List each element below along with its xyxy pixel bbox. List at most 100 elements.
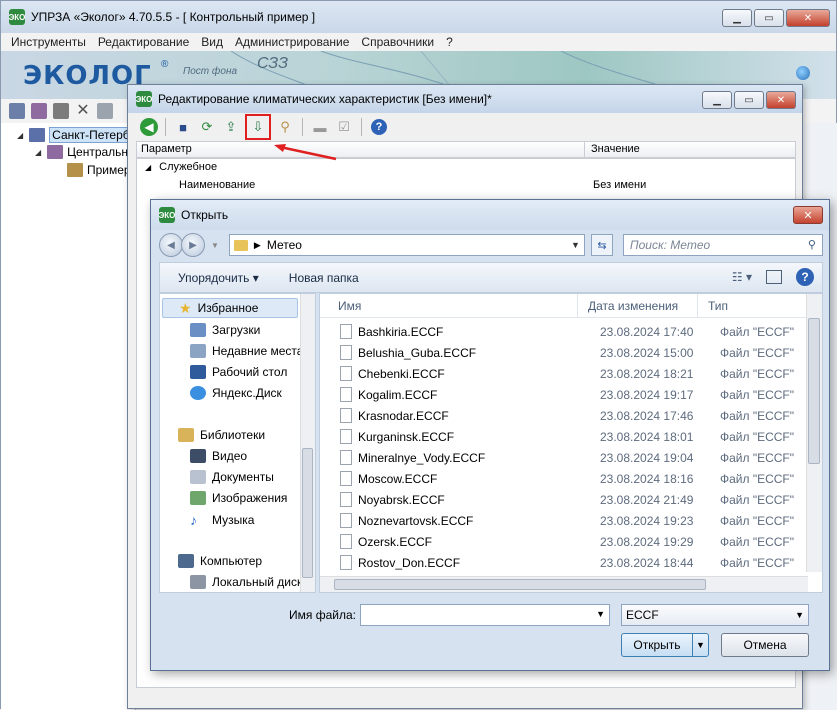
help-icon[interactable]: ? <box>796 268 814 286</box>
menu-edit[interactable]: Редактирование <box>98 35 189 49</box>
expand-icon[interactable]: ◢ <box>17 131 23 140</box>
file-row[interactable]: Kogalim.ECCF 23.08.2024 19:17 Файл "ECCF" <box>320 384 808 405</box>
flag-icon[interactable]: ▬ <box>310 117 330 137</box>
dialog-close-button[interactable]: ✕ <box>793 206 823 224</box>
organize-button[interactable]: Упорядочить ▾ <box>178 271 259 285</box>
file-name: Moscow.ECCF <box>358 471 438 486</box>
history-dropdown-icon[interactable]: ▼ <box>211 241 219 250</box>
forward-button[interactable]: ▶ <box>181 233 205 257</box>
delete-icon[interactable]: ✕ <box>75 103 91 119</box>
file-row[interactable]: Chebenki.ECCF 23.08.2024 18:21 Файл "ECCF" <box>320 363 808 384</box>
banner-subtitle: Пост фона <box>183 66 238 77</box>
file-scrollbar[interactable] <box>806 294 822 572</box>
menu-admin[interactable]: Администрирование <box>235 35 349 49</box>
nav-libraries[interactable]: Библиотеки <box>178 428 265 442</box>
breadcrumb-arrow-icon[interactable]: ▶ <box>254 240 261 251</box>
menu-tools[interactable]: Инструменты <box>11 35 86 49</box>
building-icon[interactable] <box>31 103 47 119</box>
nav-music[interactable]: ♪ Музыка <box>190 512 254 528</box>
chevron-down-icon[interactable]: ▼ <box>596 609 605 619</box>
file-date: 23.08.2024 18:01 <box>600 429 694 444</box>
search-icon[interactable]: ⚲ <box>275 117 295 137</box>
nav-yandex-disk[interactable]: Яндекс.Диск <box>190 386 282 400</box>
nav-local-disk[interactable]: Локальный диск <box>190 575 302 589</box>
cancel-button[interactable]: Отмена <box>721 633 809 657</box>
nav-documents[interactable]: Документы <box>190 470 274 484</box>
file-type: Файл "ECCF" <box>720 534 795 549</box>
file-row[interactable]: Bashkiria.ECCF 23.08.2024 17:40 Файл "ECCF… <box>320 321 808 342</box>
nav-images[interactable]: Изображения <box>190 491 287 505</box>
file-row[interactable]: Mineralnye_Vody.ECCF 23.08.2024 19:04 Файл… <box>320 447 808 468</box>
preview-pane-icon[interactable] <box>766 270 782 284</box>
close-button[interactable]: ✕ <box>786 9 830 27</box>
tree-item-central[interactable]: ◢ Центральн <box>35 145 128 159</box>
filetype-select[interactable]: ECCF ▼ <box>621 604 809 626</box>
refresh-icon[interactable]: ⟳ <box>197 117 217 137</box>
maximize-button[interactable]: ▭ <box>734 91 764 109</box>
file-row[interactable]: Kurganinsk.ECCF 23.08.2024 18:01 Файл "ECC… <box>320 426 808 447</box>
column-name[interactable]: Имя <box>320 294 578 317</box>
view-options-icon[interactable]: ☷ ▾ <box>732 270 752 284</box>
column-date[interactable]: Дата изменения <box>578 294 698 317</box>
scroll-thumb[interactable] <box>334 579 706 590</box>
tree-item-example[interactable]: Пример <box>67 163 131 177</box>
open-button[interactable]: Открыть ▼ <box>621 633 709 657</box>
nav-downloads[interactable]: Загрузки <box>190 323 260 337</box>
back-button[interactable]: ◀ <box>159 233 183 257</box>
new-folder-button[interactable]: Новая папка <box>289 271 359 285</box>
export-icon[interactable]: ⇪ <box>221 117 241 137</box>
open-button-label[interactable]: Открыть <box>622 634 692 656</box>
help-icon[interactable]: ? <box>369 117 389 137</box>
copy-icon[interactable] <box>97 103 113 119</box>
file-row[interactable]: Moscow.ECCF 23.08.2024 18:16 Файл "ECCF" <box>320 468 808 489</box>
check-icon[interactable]: ☑ <box>334 117 354 137</box>
menu-help[interactable]: ? <box>446 35 453 49</box>
address-bar[interactable]: ▶ Метео ▼ <box>228 234 585 256</box>
refresh-button[interactable]: ⇆ <box>590 234 613 256</box>
nav-scrollbar[interactable] <box>300 294 315 592</box>
file-date: 23.08.2024 18:44 <box>600 555 694 570</box>
file-row[interactable]: Noyabrsk.ECCF 23.08.2024 21:49 Файл "ECCF" <box>320 489 808 510</box>
file-row[interactable]: Krasnodar.ECCF 23.08.2024 17:46 Файл "ECCF… <box>320 405 808 426</box>
import-file-icon[interactable]: ⇩ <box>245 114 271 140</box>
search-input[interactable]: Поиск: Метео ⚲ <box>622 234 823 256</box>
climate-title: Редактирование климатических характерист… <box>158 92 492 106</box>
group-service[interactable]: ◢ Служебное <box>145 161 217 173</box>
disk-icon[interactable] <box>53 103 69 119</box>
row-name-value[interactable]: Без имени <box>593 179 646 191</box>
scroll-thumb[interactable] <box>302 448 313 578</box>
nav-video[interactable]: Видео <box>190 449 247 463</box>
maximize-button[interactable]: ▭ <box>754 9 784 27</box>
open-dropdown-icon[interactable]: ▼ <box>692 634 708 656</box>
menu-references[interactable]: Справочники <box>361 35 434 49</box>
column-parameter[interactable]: Параметр <box>137 142 585 157</box>
file-row[interactable]: Noznevartovsk.ECCF 23.08.2024 19:23 Файл "… <box>320 510 808 531</box>
chevron-down-icon[interactable]: ▼ <box>571 240 580 250</box>
file-row[interactable]: Belushia_Guba.ECCF 23.08.2024 15:00 Файл "… <box>320 342 808 363</box>
file-hscrollbar[interactable] <box>320 576 808 592</box>
minimize-button[interactable]: ▁ <box>722 9 752 27</box>
file-row[interactable]: Ozersk.ECCF 23.08.2024 19:29 Файл "ECCF" <box>320 531 808 552</box>
globe-icon[interactable] <box>796 66 810 80</box>
column-value[interactable]: Значение <box>585 142 640 157</box>
chevron-down-icon[interactable]: ▼ <box>795 605 804 625</box>
search-icon[interactable]: ⚲ <box>808 238 816 251</box>
nav-computer[interactable]: Компьютер <box>178 554 262 568</box>
scroll-thumb[interactable] <box>808 318 820 464</box>
filename-input[interactable]: ▼ <box>360 604 610 626</box>
nav-desktop[interactable]: Рабочий стол <box>190 365 287 379</box>
minimize-button[interactable]: ▁ <box>702 91 732 109</box>
close-button[interactable]: ✕ <box>766 91 796 109</box>
file-row[interactable]: Rostov_Don.ECCF 23.08.2024 18:44 Файл "ECC… <box>320 552 808 573</box>
save-icon[interactable]: ■ <box>173 117 193 137</box>
expand-icon[interactable]: ◢ <box>35 148 41 157</box>
menu-view[interactable]: Вид <box>201 35 223 49</box>
column-type[interactable]: Тип <box>698 294 728 317</box>
nav-recent[interactable]: Недавние места <box>190 344 303 358</box>
collapse-icon[interactable]: ◢ <box>145 163 151 172</box>
city-icon[interactable] <box>9 103 25 119</box>
back-icon[interactable]: ◀ <box>140 118 158 136</box>
tree-item-spb[interactable]: ◢ Санкт-Петербу <box>17 127 139 143</box>
file-name: Krasnodar.ECCF <box>358 408 449 423</box>
nav-favorites[interactable]: ★ Избранное <box>162 298 298 318</box>
